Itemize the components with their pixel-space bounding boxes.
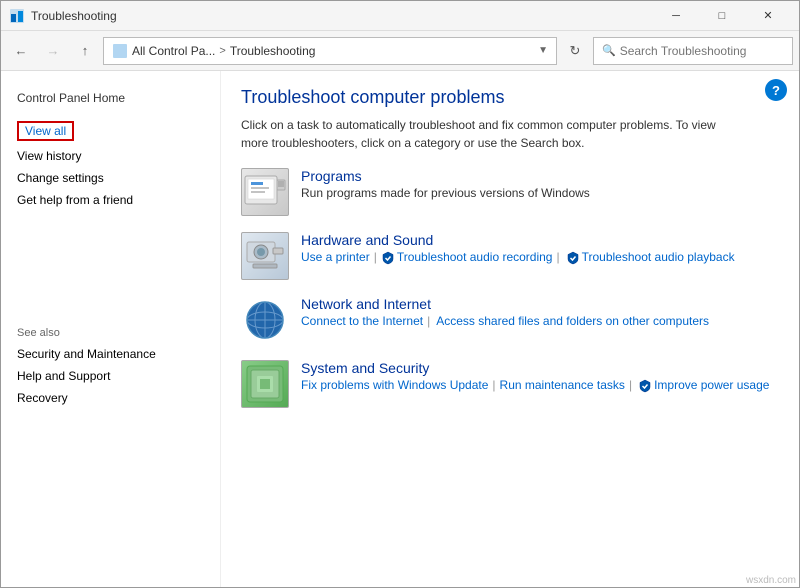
address-field[interactable]: All Control Pa... > Troubleshooting ▼ bbox=[103, 37, 557, 65]
system-icon bbox=[241, 360, 289, 408]
page-description: Click on a task to automatically trouble… bbox=[241, 116, 721, 152]
system-content: System and Security Fix problems with Wi… bbox=[301, 360, 779, 393]
sidebar-item-help-support[interactable]: Help and Support bbox=[1, 365, 220, 387]
sep5: | bbox=[629, 378, 632, 392]
sidebar-item-get-help[interactable]: Get help from a friend bbox=[1, 189, 220, 211]
back-button[interactable]: ← bbox=[7, 37, 35, 65]
address-icon bbox=[112, 43, 128, 59]
shield-icon-audio-playback bbox=[566, 251, 580, 265]
sidebar-item-security[interactable]: Security and Maintenance bbox=[1, 343, 220, 365]
category-network: Network and Internet Connect to the Inte… bbox=[241, 296, 779, 344]
sidebar-control-panel-home[interactable]: Control Panel Home bbox=[1, 87, 220, 109]
access-shared-link[interactable]: Access shared files and folders on other… bbox=[436, 314, 709, 328]
minimize-button[interactable]: ─ bbox=[653, 1, 699, 31]
shield-power bbox=[638, 378, 652, 393]
sep1: | bbox=[374, 250, 377, 264]
sidebar-item-view-all[interactable]: View all bbox=[1, 117, 220, 145]
sep3: | bbox=[427, 314, 430, 328]
see-also-title: See also bbox=[1, 311, 220, 343]
system-links: Fix problems with Windows Update | Run m… bbox=[301, 378, 779, 393]
hardware-links: Use a printer | Troubleshoot audio recor… bbox=[301, 250, 779, 265]
system-name[interactable]: System and Security bbox=[301, 360, 779, 376]
hardware-icon bbox=[241, 232, 289, 280]
search-input[interactable] bbox=[620, 44, 784, 58]
up-button[interactable]: ↑ bbox=[71, 37, 99, 65]
shield-icon-audio-recording bbox=[381, 251, 395, 265]
shield-audio-recording bbox=[381, 250, 395, 265]
network-icon bbox=[241, 296, 289, 344]
shield-audio-playback bbox=[566, 250, 580, 265]
forward-button[interactable]: → bbox=[39, 37, 67, 65]
programs-name[interactable]: Programs bbox=[301, 168, 779, 184]
programs-icon bbox=[241, 168, 289, 216]
programs-icon-svg bbox=[243, 170, 287, 214]
sep2: | bbox=[556, 250, 559, 264]
category-list: Programs Run programs made for previous … bbox=[241, 168, 779, 408]
sidebar-item-recovery[interactable]: Recovery bbox=[1, 387, 220, 409]
run-maintenance-link[interactable]: Run maintenance tasks bbox=[500, 378, 625, 392]
refresh-button[interactable]: ↻ bbox=[561, 37, 589, 65]
programs-desc: Run programs made for previous versions … bbox=[301, 186, 590, 200]
network-content: Network and Internet Connect to the Inte… bbox=[301, 296, 779, 328]
hardware-name[interactable]: Hardware and Sound bbox=[301, 232, 779, 248]
sidebar-item-change-settings[interactable]: Change settings bbox=[1, 167, 220, 189]
maximize-button[interactable]: □ bbox=[699, 1, 745, 31]
breadcrumb-part2: Troubleshooting bbox=[230, 44, 316, 58]
network-links: Connect to the Internet | Access shared … bbox=[301, 314, 779, 328]
breadcrumb-part1: All Control Pa... bbox=[132, 44, 215, 58]
sidebar-item-view-history[interactable]: View history bbox=[1, 145, 220, 167]
window-controls: ─ □ ✕ bbox=[653, 1, 791, 31]
content-area: ? Troubleshoot computer problems Click o… bbox=[221, 71, 799, 587]
network-icon-svg bbox=[243, 298, 287, 342]
search-icon: 🔍 bbox=[602, 44, 616, 57]
breadcrumb: All Control Pa... > Troubleshooting bbox=[112, 43, 534, 59]
connect-internet-link[interactable]: Connect to the Internet bbox=[301, 314, 423, 328]
watermark: wsxdn.com bbox=[746, 575, 796, 586]
breadcrumb-separator: > bbox=[219, 45, 225, 57]
sidebar: Control Panel Home View all View history… bbox=[1, 71, 221, 587]
hardware-content: Hardware and Sound Use a printer | Troub… bbox=[301, 232, 779, 265]
window-title: Troubleshooting bbox=[31, 9, 653, 23]
programs-links: Run programs made for previous versions … bbox=[301, 186, 779, 200]
system-icon-svg bbox=[243, 362, 287, 406]
search-box[interactable]: 🔍 bbox=[593, 37, 793, 65]
help-button[interactable]: ? bbox=[765, 79, 787, 101]
address-chevron-icon[interactable]: ▼ bbox=[538, 45, 548, 56]
sidebar-spacer bbox=[1, 211, 220, 311]
main-content: Control Panel Home View all View history… bbox=[1, 71, 799, 587]
category-system: System and Security Fix problems with Wi… bbox=[241, 360, 779, 408]
sep4: | bbox=[492, 378, 495, 392]
main-window: Troubleshooting ─ □ ✕ ← → ↑ All Control … bbox=[0, 0, 800, 588]
troubleshoot-audio-playback-link[interactable]: Troubleshoot audio playback bbox=[582, 250, 735, 264]
category-hardware: Hardware and Sound Use a printer | Troub… bbox=[241, 232, 779, 280]
troubleshoot-audio-recording-link[interactable]: Troubleshoot audio recording bbox=[397, 250, 553, 264]
page-title: Troubleshoot computer problems bbox=[241, 87, 779, 108]
view-all-link[interactable]: View all bbox=[25, 124, 66, 138]
shield-icon-power bbox=[638, 379, 652, 393]
programs-content: Programs Run programs made for previous … bbox=[301, 168, 779, 200]
category-programs: Programs Run programs made for previous … bbox=[241, 168, 779, 216]
title-bar: Troubleshooting ─ □ ✕ bbox=[1, 1, 799, 31]
app-icon bbox=[9, 8, 25, 24]
address-bar: ← → ↑ All Control Pa... > Troubleshootin… bbox=[1, 31, 799, 71]
improve-power-link[interactable]: Improve power usage bbox=[654, 378, 769, 392]
fix-windows-update-link[interactable]: Fix problems with Windows Update bbox=[301, 378, 488, 392]
hardware-icon-svg bbox=[243, 234, 287, 278]
use-printer-link[interactable]: Use a printer bbox=[301, 250, 370, 264]
close-button[interactable]: ✕ bbox=[745, 1, 791, 31]
network-name[interactable]: Network and Internet bbox=[301, 296, 779, 312]
